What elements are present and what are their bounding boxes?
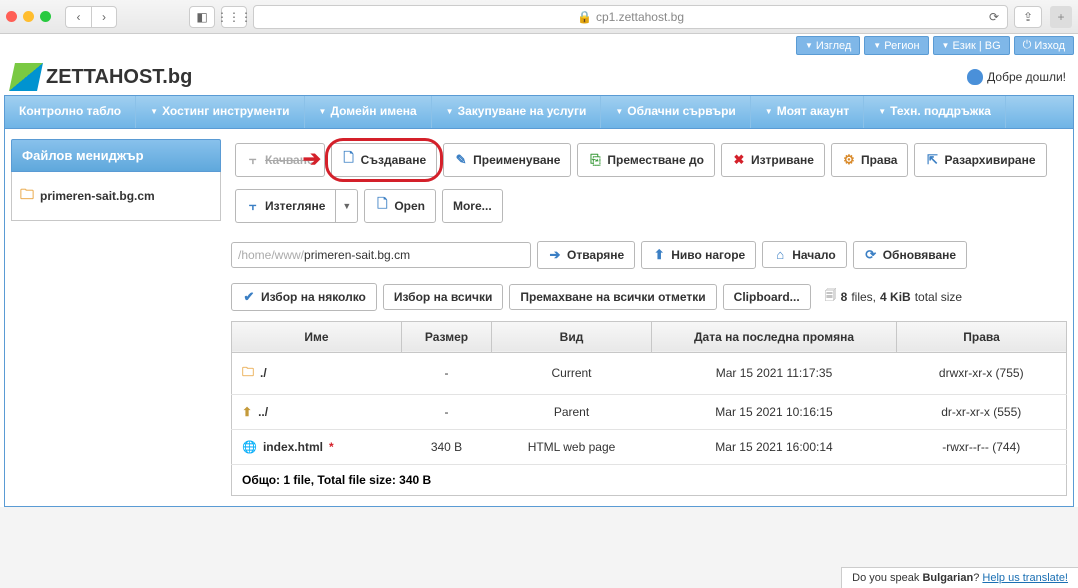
col-type[interactable]: Вид <box>492 321 652 352</box>
table-row[interactable]: ⬆../ - Parent Mar 15 2021 10:16:15 dr-xr… <box>232 394 1067 429</box>
region-menu[interactable]: ▼Регион <box>864 36 928 55</box>
help-translate-link[interactable]: Help us translate! <box>982 572 1068 584</box>
home-button[interactable]: ⌂Начало <box>762 241 846 268</box>
table-footer: Общо: 1 file, Total file size: 340 B <box>231 465 1067 496</box>
maximize-window[interactable] <box>40 11 51 22</box>
open-button[interactable]: 🗋Open <box>364 189 436 223</box>
table-header-row: Име Размер Вид Дата на последна промяна … <box>232 321 1067 352</box>
share-button[interactable]: ⇪ <box>1014 6 1042 28</box>
forward-button[interactable]: › <box>91 6 117 28</box>
main-content: ⫟Качване ➔ 🗋Създаване ✎Преименуване ⎘Пре… <box>231 139 1067 496</box>
logo-icon <box>9 63 43 91</box>
path-open-button[interactable]: ➔Отваряне <box>537 241 635 269</box>
unarchive-button[interactable]: ⇱Разархивиране <box>914 143 1046 177</box>
clipboard-button[interactable]: Clipboard... <box>723 284 811 310</box>
download-button[interactable]: ⫟Изтегляне <box>235 189 335 223</box>
select-multiple-button[interactable]: ✔Избор на няколко <box>231 283 377 311</box>
sidebar-title: Файлов мениджър <box>11 139 221 172</box>
table-row[interactable]: 🌐index.html* 340 B HTML web page Mar 15 … <box>232 429 1067 464</box>
lock-icon: 🔒 <box>577 10 592 24</box>
address-bar[interactable]: 🔒 cp1.zettahost.bg ⟳ <box>253 5 1008 29</box>
permissions-button[interactable]: ⚙Права <box>831 143 909 177</box>
selection-bar: ✔Избор на няколко Избор на всички Премах… <box>231 283 1067 311</box>
nav-support[interactable]: ▼Техн. поддръжка <box>864 96 1006 128</box>
col-size[interactable]: Размер <box>402 321 492 352</box>
translate-bar: Do you speak Bulgarian? Help us translat… <box>841 567 1078 588</box>
col-date[interactable]: Дата на последна промяна <box>652 321 897 352</box>
url-text: cp1.zettahost.bg <box>596 10 684 24</box>
main-nav: Контролно табло ▼Хостинг инструменти ▼До… <box>4 95 1074 129</box>
welcome-message: Добре дошли! <box>967 69 1066 85</box>
folder-icon: 🗀 <box>20 184 34 208</box>
sidebar: Файлов мениджър 🗀 primeren-sait.bg.cm <box>11 139 221 496</box>
utility-bar: ▼Изглед ▼Регион ▼Език | BG ⏻Изход <box>0 34 1078 57</box>
level-up-button[interactable]: ⬆Ниво нагоре <box>641 241 756 269</box>
stack-icon: 🗐 <box>825 286 837 307</box>
view-menu[interactable]: ▼Изглед <box>796 36 860 55</box>
path-input[interactable]: /home/www/primeren-sait.bg.cm <box>231 242 531 268</box>
select-all-button[interactable]: Избор на всички <box>383 284 503 310</box>
reload-icon[interactable]: ⟳ <box>989 10 999 24</box>
new-tab-button[interactable]: + <box>1050 6 1072 28</box>
nav-domains[interactable]: ▼Домейн имена <box>305 96 432 128</box>
nav-buy[interactable]: ▼Закупуване на услуги <box>432 96 602 128</box>
file-table: Име Размер Вид Дата на последна промяна … <box>231 321 1067 465</box>
delete-button[interactable]: ✖Изтриване <box>721 143 825 177</box>
nav-cloud[interactable]: ▼Облачни сървъри <box>601 96 750 128</box>
lang-menu[interactable]: ▼Език | BG <box>933 36 1010 55</box>
download-dropdown[interactable]: ▼ <box>335 189 358 223</box>
path-bar: /home/www/primeren-sait.bg.cm ➔Отваряне … <box>231 241 1067 269</box>
move-button[interactable]: ⎘Преместване до <box>577 143 715 177</box>
nav-dashboard[interactable]: Контролно табло <box>5 96 136 128</box>
table-row[interactable]: 🗀./ - Current Mar 15 2021 11:17:35 drwxr… <box>232 352 1067 394</box>
col-name[interactable]: Име <box>232 321 402 352</box>
rename-button[interactable]: ✎Преименуване <box>443 143 571 177</box>
nav-account[interactable]: ▼Моят акаунт <box>751 96 864 128</box>
avatar-icon <box>967 69 983 85</box>
minimize-window[interactable] <box>23 11 34 22</box>
col-perms[interactable]: Права <box>897 321 1067 352</box>
more-button[interactable]: More... <box>442 189 503 223</box>
back-button[interactable]: ‹ <box>65 6 91 28</box>
nav-hosting[interactable]: ▼Хостинг инструменти <box>136 96 304 128</box>
close-window[interactable] <box>6 11 17 22</box>
shield-icon[interactable]: ◧ <box>189 6 215 28</box>
window-controls <box>6 11 51 22</box>
logo-text: ZETTAHOST.bg <box>46 66 192 89</box>
sidebar-domain-item[interactable]: 🗀 primeren-sait.bg.cm <box>20 184 212 208</box>
clear-selection-button[interactable]: Премахване на всички отметки <box>509 284 716 310</box>
folder-up-icon: ⬆ <box>242 405 252 419</box>
files-summary: 🗐 8files, 4 KiBtotal size <box>825 286 962 307</box>
logout-button[interactable]: ⏻Изход <box>1014 36 1074 55</box>
create-button[interactable]: 🗋Създаване <box>331 143 437 177</box>
logo[interactable]: ZETTAHOST.bg <box>12 63 192 91</box>
browser-chrome: ‹ › ◧ ⋮⋮⋮ 🔒 cp1.zettahost.bg ⟳ ⇪ + <box>0 0 1078 34</box>
upload-button[interactable]: ⫟Качване <box>235 143 325 177</box>
refresh-button[interactable]: ⟳Обновяване <box>853 241 967 269</box>
file-icon: 🌐 <box>242 440 257 454</box>
file-toolbar: ⫟Качване ➔ 🗋Създаване ✎Преименуване ⎘Пре… <box>231 139 1067 227</box>
apps-icon[interactable]: ⋮⋮⋮ <box>221 6 247 28</box>
folder-icon: 🗀 <box>242 363 254 384</box>
